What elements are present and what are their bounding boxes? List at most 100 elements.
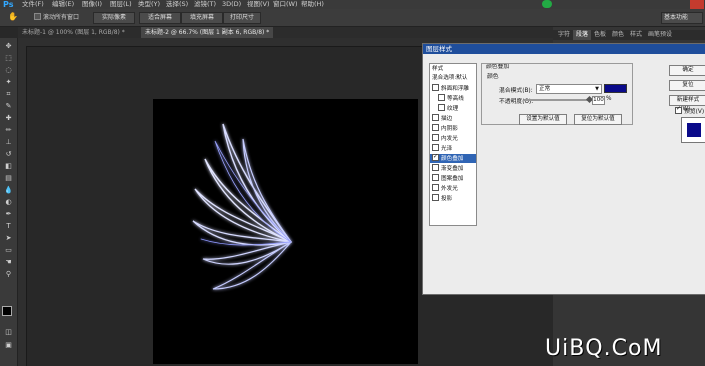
menu-type[interactable]: 类型(Y) (138, 0, 160, 9)
quick-mask-icon[interactable]: ◫ (3, 328, 14, 337)
minimize-button[interactable] (660, 0, 674, 9)
brush-tool-icon[interactable]: ✏ (3, 126, 14, 135)
effect-contour[interactable]: 等高线 (438, 94, 464, 103)
dodge-tool-icon[interactable]: ◐ (3, 198, 14, 207)
effect-drop-shadow[interactable]: 投影 (432, 194, 452, 203)
opacity-input[interactable]: 100 (592, 96, 605, 105)
marquee-tool-icon[interactable]: ⬚ (3, 54, 14, 63)
checkbox-icon[interactable] (432, 144, 439, 151)
cancel-button[interactable]: 复位 (669, 80, 705, 91)
opacity-slider-track[interactable] (524, 99, 592, 101)
effect-bevel-emboss[interactable]: 斜面和浮雕 (432, 84, 469, 93)
effect-texture[interactable]: 纹理 (438, 104, 458, 113)
tab-swatches[interactable]: 色板 (591, 30, 609, 40)
effect-label: 内发光 (441, 136, 458, 142)
make-default-button[interactable]: 设置为默认值 (519, 114, 567, 125)
actual-pixels-button[interactable]: 实际像素 (93, 12, 135, 24)
ok-button[interactable]: 确定 (669, 65, 705, 76)
checkbox-icon[interactable] (432, 194, 439, 201)
fit-screen-button[interactable]: 适合屏幕 (139, 12, 181, 24)
menu-window[interactable]: 窗口(W) (273, 0, 298, 9)
pen-tool-icon[interactable]: ✒ (3, 210, 14, 219)
foreground-color-swatch[interactable] (2, 306, 12, 316)
new-style-button[interactable]: 新建样式(W)... (669, 95, 705, 112)
screen-mode-icon[interactable]: ▣ (3, 341, 14, 350)
close-button[interactable] (690, 0, 704, 9)
shape-tool-icon[interactable]: ▭ (3, 246, 14, 255)
fill-screen-button[interactable]: 填充屏幕 (181, 12, 223, 24)
move-tool-icon[interactable]: ✥ (3, 42, 14, 51)
type-tool-icon[interactable]: T (3, 222, 14, 231)
effect-label: 斜面和浮雕 (441, 86, 469, 92)
checkbox-checked-icon[interactable]: ✓ (432, 153, 439, 161)
checkbox-icon[interactable] (432, 114, 439, 121)
checkbox-icon[interactable] (432, 164, 439, 171)
document-canvas[interactable] (153, 99, 418, 364)
tab-character[interactable]: 字符 (555, 30, 573, 40)
blur-tool-icon[interactable]: 💧 (3, 186, 14, 195)
effect-inner-glow[interactable]: 内发光 (432, 134, 458, 143)
checkbox-icon[interactable] (432, 124, 439, 131)
maximize-button[interactable] (675, 0, 689, 9)
checkbox-icon[interactable] (432, 84, 439, 91)
menu-file[interactable]: 文件(F) (22, 0, 44, 9)
checkbox-icon[interactable] (438, 104, 445, 111)
preview-checkbox[interactable]: ✓ 预览(V) (675, 105, 705, 115)
print-size-button[interactable]: 打印尺寸 (223, 12, 261, 24)
photoshop-logo: Ps (3, 0, 14, 9)
checkbox-icon[interactable] (438, 94, 445, 101)
healing-brush-tool-icon[interactable]: ✚ (3, 114, 14, 123)
checkmark-icon: ✓ (433, 153, 439, 160)
crop-tool-icon[interactable]: ⌗ (3, 90, 14, 99)
menu-edit[interactable]: 编辑(E) (52, 0, 74, 9)
overlay-color-swatch[interactable] (604, 84, 627, 93)
checkbox-icon[interactable] (432, 174, 439, 181)
effect-color-overlay[interactable]: ✓ 颜色叠加 (430, 153, 476, 163)
reset-default-button[interactable]: 复位为默认值 (574, 114, 622, 125)
dialog-title: 图层样式 (423, 44, 705, 54)
tab-document-2[interactable]: 未标题-2 @ 66.7% (图层 1 副本 6, RGB/8) * (141, 27, 274, 38)
effect-gradient-overlay[interactable]: 渐变叠加 (432, 164, 463, 173)
zoom-tool-icon[interactable]: ⚲ (3, 270, 14, 279)
tab-paragraph[interactable]: 段落 (573, 30, 592, 40)
wing-artwork (192, 123, 292, 290)
effect-inner-shadow[interactable]: 内阴影 (432, 124, 458, 133)
eyedropper-tool-icon[interactable]: ✎ (3, 102, 14, 111)
menu-layer[interactable]: 图层(L) (110, 0, 132, 9)
effect-pattern-overlay[interactable]: 图案叠加 (432, 174, 463, 183)
history-brush-tool-icon[interactable]: ↺ (3, 150, 14, 159)
menu-help[interactable]: 帮助(H) (301, 0, 324, 9)
checkbox-icon[interactable] (432, 184, 439, 191)
styles-header[interactable]: 样式 (432, 65, 443, 74)
tab-document-1[interactable]: 未标题-1 @ 100% (图层 1, RGB/8) * (18, 27, 129, 38)
menu-view[interactable]: 视图(V) (247, 0, 270, 9)
scroll-all-windows-checkbox[interactable]: 滚动所有窗口 (34, 13, 79, 22)
styles-list: 样式 混合选项:默认 斜面和浮雕 等高线 纹理 描边 内阴影 内发光 光泽 ✓ 颜… (429, 63, 477, 226)
chevron-down-icon: ▼ (595, 86, 599, 92)
menu-select[interactable]: 选择(S) (166, 0, 188, 9)
menu-filter[interactable]: 滤镜(T) (194, 0, 216, 9)
tab-color[interactable]: 颜色 (609, 30, 627, 40)
lasso-tool-icon[interactable]: ◌ (3, 66, 14, 75)
hand-tool-icon[interactable]: ✋ (8, 12, 18, 22)
tab-styles[interactable]: 样式 (627, 30, 645, 40)
opacity-unit: % (606, 96, 612, 102)
menu-image[interactable]: 图像(I) (82, 0, 102, 9)
clone-stamp-tool-icon[interactable]: ⊥ (3, 138, 14, 147)
preview-label: 预览(V) (684, 109, 705, 115)
blending-options-item[interactable]: 混合选项:默认 (432, 74, 467, 83)
effect-outer-glow[interactable]: 外发光 (432, 184, 458, 193)
hand-tool-icon[interactable]: ☚ (3, 258, 14, 267)
magic-wand-tool-icon[interactable]: ✦ (3, 78, 14, 87)
effect-stroke[interactable]: 描边 (432, 114, 452, 123)
tab-brush-presets[interactable]: 画笔预设 (645, 30, 675, 40)
gradient-tool-icon[interactable]: ▤ (3, 174, 14, 183)
effect-label: 渐变叠加 (441, 166, 464, 172)
eraser-tool-icon[interactable]: ◧ (3, 162, 14, 171)
menu-3d[interactable]: 3D(D) (222, 0, 241, 9)
path-selection-tool-icon[interactable]: ➤ (3, 234, 14, 243)
workspace-select[interactable]: 基本功能 (661, 12, 703, 24)
blend-mode-select[interactable]: 正常 ▼ (536, 84, 602, 94)
checkbox-checked-icon[interactable]: ✓ (675, 105, 682, 114)
checkbox-icon[interactable] (432, 134, 439, 141)
